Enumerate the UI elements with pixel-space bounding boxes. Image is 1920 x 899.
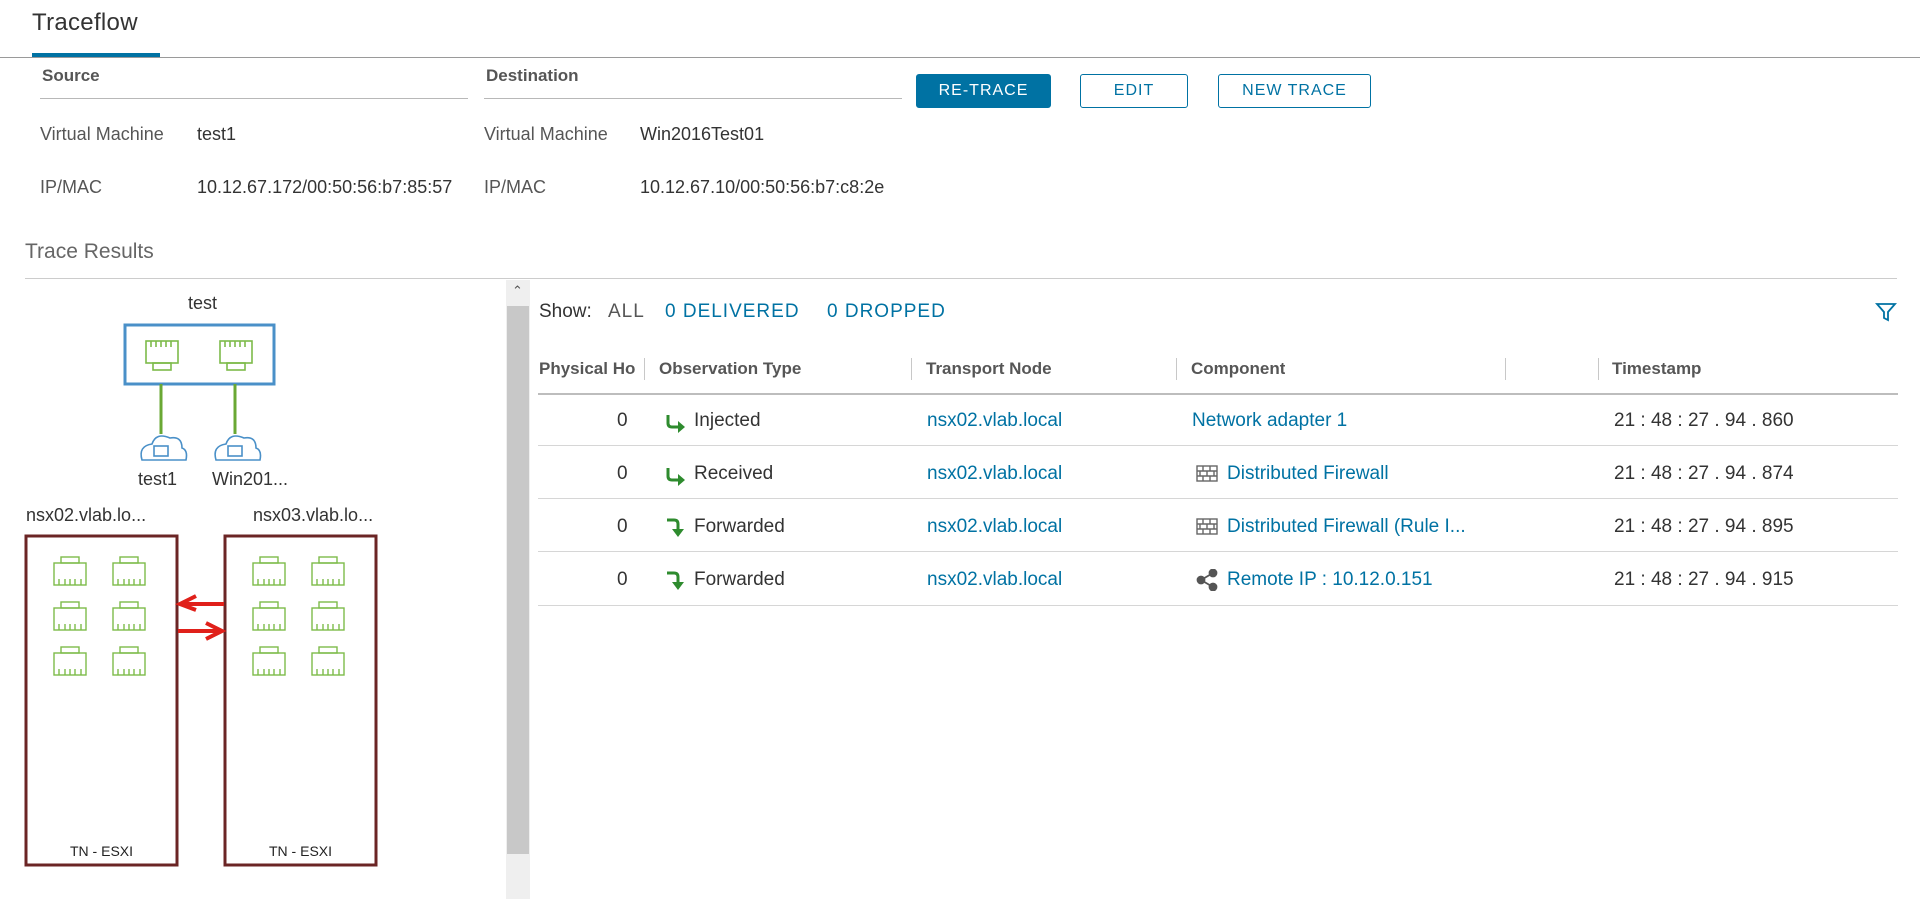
segment-label: test (188, 293, 218, 313)
host2-ports (252, 556, 345, 676)
row3-transport-node[interactable]: nsx02.vlab.local (927, 516, 1062, 538)
row3-observation: Forwarded (694, 516, 785, 537)
row1-transport-node[interactable]: nsx02.vlab.local (927, 410, 1062, 432)
forwarded-arrow-icon (667, 518, 684, 537)
row-divider (538, 605, 1898, 606)
firewall-icon (1196, 465, 1218, 482)
host1-ports (53, 556, 146, 676)
col-sep[interactable] (644, 358, 645, 380)
row3-hop: 0 (617, 516, 628, 537)
forwarded-arrow-icon (667, 571, 684, 590)
row3-timestamp: 21 : 48 : 27 . 94 . 895 (1614, 516, 1794, 537)
host-link-arrows (175, 594, 227, 641)
share-icon (1196, 569, 1218, 591)
row4-component[interactable]: Remote IP : 10.12.0.151 (1227, 569, 1433, 591)
row-divider (538, 498, 1898, 499)
destination-ipmac-value: 10.12.67.10/00:50:56:b7:c8:2e (640, 177, 885, 197)
trace-results-title: Trace Results (25, 240, 154, 263)
destination-heading: Destination (486, 66, 579, 85)
row2-observation: Received (694, 463, 774, 484)
row-divider (538, 551, 1898, 552)
col-physical-hop[interactable]: Physical Ho (539, 359, 643, 379)
source-ipmac-value: 10.12.67.172/00:50:56:b7:85:57 (197, 177, 453, 197)
vm1-cloud-icon (140, 435, 188, 461)
row2-component[interactable]: Distributed Firewall (1227, 463, 1389, 485)
row4-observation: Forwarded (694, 569, 785, 590)
source-heading: Source (42, 66, 100, 85)
filter-icon[interactable] (1875, 302, 1897, 322)
topology-diagram (24, 323, 378, 867)
new-trace-button[interactable]: NEW TRACE (1218, 74, 1371, 108)
source-ipmac-label: IP/MAC (40, 177, 103, 197)
firewall-icon (1196, 518, 1218, 535)
col-timestamp[interactable]: Timestamp (1612, 359, 1701, 379)
row4-transport-node[interactable]: nsx02.vlab.local (927, 569, 1062, 591)
row4-hop: 0 (617, 569, 628, 590)
row2-transport-node[interactable]: nsx02.vlab.local (927, 463, 1062, 485)
scrollbar-thumb[interactable] (507, 306, 529, 854)
destination-vm-value: Win2016Test01 (640, 124, 765, 144)
row1-observation: Injected (694, 410, 761, 431)
filter-delivered[interactable]: 0 DELIVERED (665, 301, 800, 323)
col-component[interactable]: Component (1191, 359, 1285, 379)
host2-label[interactable]: nsx03.vlab.lo... (253, 505, 373, 526)
injected-arrow-icon (666, 415, 685, 433)
col-sep[interactable] (1176, 358, 1177, 380)
destination-divider (484, 98, 902, 99)
row3-component[interactable]: Distributed Firewall (Rule I... (1227, 516, 1466, 538)
table-header-rule (538, 393, 1898, 395)
show-label: Show: (539, 301, 592, 322)
row-divider (538, 445, 1898, 446)
destination-vm-label: Virtual Machine (484, 124, 608, 144)
scroll-up-icon[interactable]: ⌃ (512, 283, 523, 299)
destination-ipmac-label: IP/MAC (484, 177, 547, 197)
host1-type: TN - ESXI (70, 843, 134, 859)
col-sep[interactable] (1505, 358, 1506, 380)
host2-type: TN - ESXI (269, 843, 333, 859)
vm2-label[interactable]: Win201... (212, 469, 288, 490)
segment-port-1 (145, 340, 179, 371)
edit-button[interactable]: EDIT (1080, 74, 1188, 108)
host1-label[interactable]: nsx02.vlab.lo... (26, 505, 146, 526)
col-sep[interactable] (1598, 358, 1599, 380)
source-vm-label: Virtual Machine (40, 124, 164, 144)
row2-timestamp: 21 : 48 : 27 . 94 . 874 (1614, 463, 1794, 484)
host1-box (24, 534, 179, 867)
row2-hop: 0 (617, 463, 628, 484)
row4-timestamp: 21 : 48 : 27 . 94 . 915 (1614, 569, 1794, 590)
row1-hop: 0 (617, 410, 628, 431)
source-vm-value: test1 (197, 124, 237, 144)
row1-component[interactable]: Network adapter 1 (1192, 410, 1347, 432)
tab-divider (0, 57, 1920, 58)
vm1-label[interactable]: test1 (138, 469, 177, 490)
filter-all[interactable]: ALL (608, 301, 645, 323)
segment-port-2 (219, 340, 253, 371)
tab-traceflow[interactable]: Traceflow (32, 9, 138, 37)
vm2-cloud-icon (214, 435, 262, 461)
host2-box (223, 534, 378, 867)
col-transport-node[interactable]: Transport Node (926, 359, 1052, 379)
col-sep[interactable] (911, 358, 912, 380)
retrace-button[interactable]: RE-TRACE (916, 74, 1051, 108)
received-arrow-icon (666, 468, 685, 486)
filter-dropped[interactable]: 0 DROPPED (827, 301, 946, 323)
trace-results-divider (25, 278, 1897, 279)
source-divider (40, 98, 468, 99)
row1-timestamp: 21 : 48 : 27 . 94 . 860 (1614, 410, 1794, 431)
col-observation-type[interactable]: Observation Type (659, 359, 801, 379)
